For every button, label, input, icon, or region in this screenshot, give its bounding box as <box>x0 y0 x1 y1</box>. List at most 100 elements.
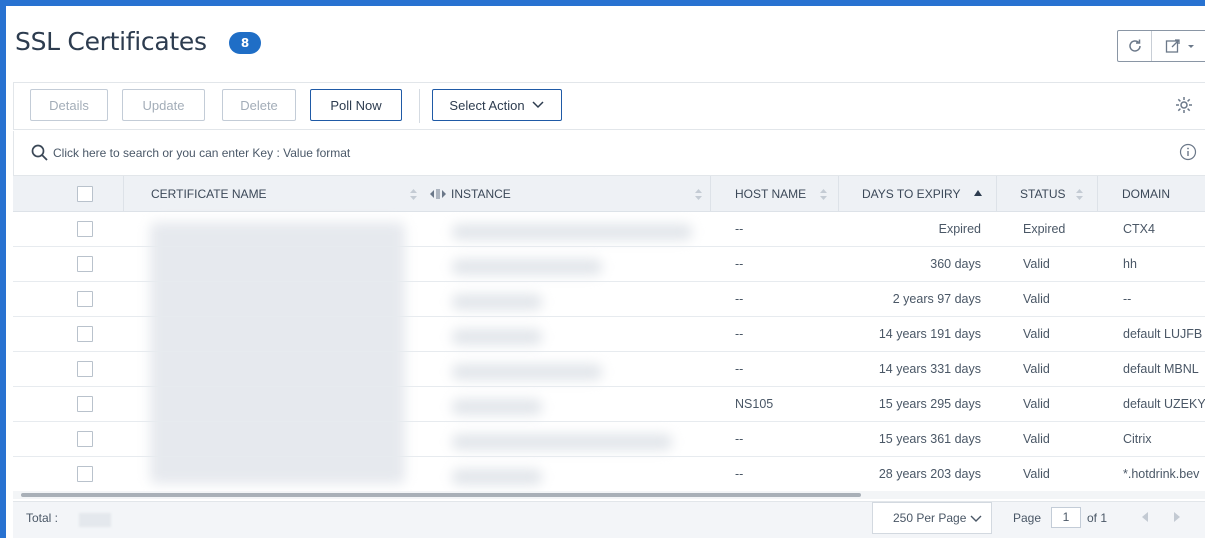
select-action-label: Select Action <box>449 97 525 113</box>
export-icon <box>1165 39 1180 53</box>
status-cell: Expired <box>1023 222 1066 236</box>
domain-cell: default MBNL <box>1123 362 1199 376</box>
chevron-down-icon <box>1188 45 1194 48</box>
status-cell: Valid <box>1023 257 1050 271</box>
table-header: CERTIFICATE NAME INSTANCE HOST NAME DAYS… <box>13 176 1205 212</box>
select-all-checkbox[interactable] <box>77 186 93 202</box>
header-actions <box>1117 30 1205 62</box>
domain-cell: Citrix <box>1123 432 1152 446</box>
status-cell: Valid <box>1023 292 1050 306</box>
sort-icon[interactable] <box>820 189 827 200</box>
host-name-cell: -- <box>735 362 744 376</box>
row-checkbox[interactable] <box>77 361 93 377</box>
table-row[interactable]: -- 360 days Valid hh <box>13 247 1205 282</box>
column-divider <box>710 176 711 212</box>
toolbar: Details Update Delete Poll Now Select Ac… <box>13 82 1205 130</box>
host-name-cell: -- <box>735 222 744 236</box>
host-name-cell: -- <box>735 327 744 341</box>
domain-cell: default UZEKY <box>1123 397 1205 411</box>
status-cell: Valid <box>1023 432 1050 446</box>
column-header-instance[interactable]: INSTANCE <box>451 176 511 212</box>
column-divider <box>838 176 839 212</box>
info-icon[interactable] <box>1179 143 1197 161</box>
horizontal-scrollbar-thumb[interactable] <box>21 493 861 497</box>
page-label: Page <box>1013 511 1042 525</box>
sort-icon[interactable] <box>695 189 702 200</box>
status-cell: Valid <box>1023 362 1050 376</box>
chevron-down-icon <box>532 101 544 109</box>
row-checkbox[interactable] <box>77 466 93 482</box>
domain-cell: hh <box>1123 257 1137 271</box>
row-checkbox[interactable] <box>77 256 93 272</box>
column-header-status[interactable]: STATUS <box>1020 176 1066 212</box>
row-checkbox[interactable] <box>77 291 93 307</box>
table-row[interactable]: NS105 15 years 295 days Valid default UZ… <box>13 387 1205 422</box>
settings-button[interactable] <box>1174 95 1194 115</box>
column-divider <box>996 176 997 212</box>
days-to-expiry-cell: 2 years 97 days <box>892 292 981 306</box>
details-button[interactable]: Details <box>30 89 108 121</box>
domain-cell: default LUJFB <box>1123 327 1203 341</box>
left-accent-bar <box>0 0 6 538</box>
status-cell: Valid <box>1023 397 1050 411</box>
export-button[interactable] <box>1152 31 1205 61</box>
poll-now-button[interactable]: Poll Now <box>310 89 402 121</box>
previous-page-icon[interactable] <box>1140 511 1150 523</box>
gear-icon <box>1176 97 1192 113</box>
days-to-expiry-cell: Expired <box>938 222 981 236</box>
sort-icon[interactable] <box>410 189 417 200</box>
sort-icon[interactable] <box>1076 189 1083 200</box>
page-title: SSL Certificates <box>15 27 207 56</box>
search-placeholder: Click here to search or you can enter Ke… <box>53 146 351 160</box>
chevron-down-icon <box>970 515 982 522</box>
column-header-certificate-name[interactable]: CERTIFICATE NAME <box>151 176 267 212</box>
update-button[interactable]: Update <box>122 89 205 121</box>
page-number-input[interactable]: 1 <box>1051 507 1081 528</box>
table-row[interactable]: -- 2 years 97 days Valid -- <box>13 282 1205 317</box>
table-row[interactable]: -- 14 years 191 days Valid default LUJFB <box>13 317 1205 352</box>
search-bar[interactable]: Click here to search or you can enter Ke… <box>13 131 1205 176</box>
total-label: Total : <box>26 511 59 525</box>
column-resize-icon[interactable] <box>429 189 447 199</box>
select-action-dropdown[interactable]: Select Action <box>432 89 562 121</box>
next-page-icon[interactable] <box>1172 511 1182 523</box>
days-to-expiry-cell: 360 days <box>930 257 981 271</box>
domain-cell: CTX4 <box>1123 222 1155 236</box>
column-header-domain[interactable]: DOMAIN <box>1122 176 1170 212</box>
domain-cell: *.hotdrink.bev <box>1123 467 1200 481</box>
column-divider <box>123 176 124 212</box>
row-checkbox[interactable] <box>77 431 93 447</box>
domain-cell: -- <box>1123 292 1132 306</box>
days-to-expiry-cell: 15 years 361 days <box>878 432 981 446</box>
row-checkbox[interactable] <box>77 396 93 412</box>
days-to-expiry-cell: 14 years 331 days <box>878 362 981 376</box>
per-page-select[interactable]: 250 Per Page <box>872 502 992 534</box>
days-to-expiry-cell: 14 years 191 days <box>878 327 981 341</box>
refresh-button[interactable] <box>1118 31 1152 61</box>
redacted-total-count <box>79 513 111 527</box>
column-header-host-name[interactable]: HOST NAME <box>735 176 806 212</box>
table-row[interactable]: -- Expired Expired CTX4 <box>13 212 1205 247</box>
days-to-expiry-cell: 28 years 203 days <box>878 467 981 481</box>
table-row[interactable]: -- 15 years 361 days Valid Citrix <box>13 422 1205 457</box>
count-badge: 8 <box>229 32 261 54</box>
host-name-cell: -- <box>735 467 744 481</box>
table-row[interactable]: -- 14 years 331 days Valid default MBNL <box>13 352 1205 387</box>
toolbar-divider <box>419 89 420 123</box>
search-icon <box>31 144 48 161</box>
page-total-label: of 1 <box>1087 511 1108 525</box>
delete-button[interactable]: Delete <box>222 89 296 121</box>
status-cell: Valid <box>1023 467 1050 481</box>
host-name-cell: -- <box>735 292 744 306</box>
table-body: -- Expired Expired CTX4 -- 360 days Vali… <box>13 212 1205 492</box>
days-to-expiry-cell: 15 years 295 days <box>878 397 981 411</box>
sort-ascending-icon[interactable] <box>974 190 982 196</box>
table-row[interactable]: -- 28 years 203 days Valid *.hotdrink.be… <box>13 457 1205 492</box>
per-page-value: 250 Per Page <box>893 511 967 525</box>
host-name-cell: -- <box>735 432 744 446</box>
row-checkbox[interactable] <box>77 221 93 237</box>
column-header-days-to-expiry[interactable]: DAYS TO EXPIRY <box>862 176 960 212</box>
host-name-cell: NS105 <box>735 397 774 411</box>
column-divider <box>1097 176 1098 212</box>
row-checkbox[interactable] <box>77 326 93 342</box>
